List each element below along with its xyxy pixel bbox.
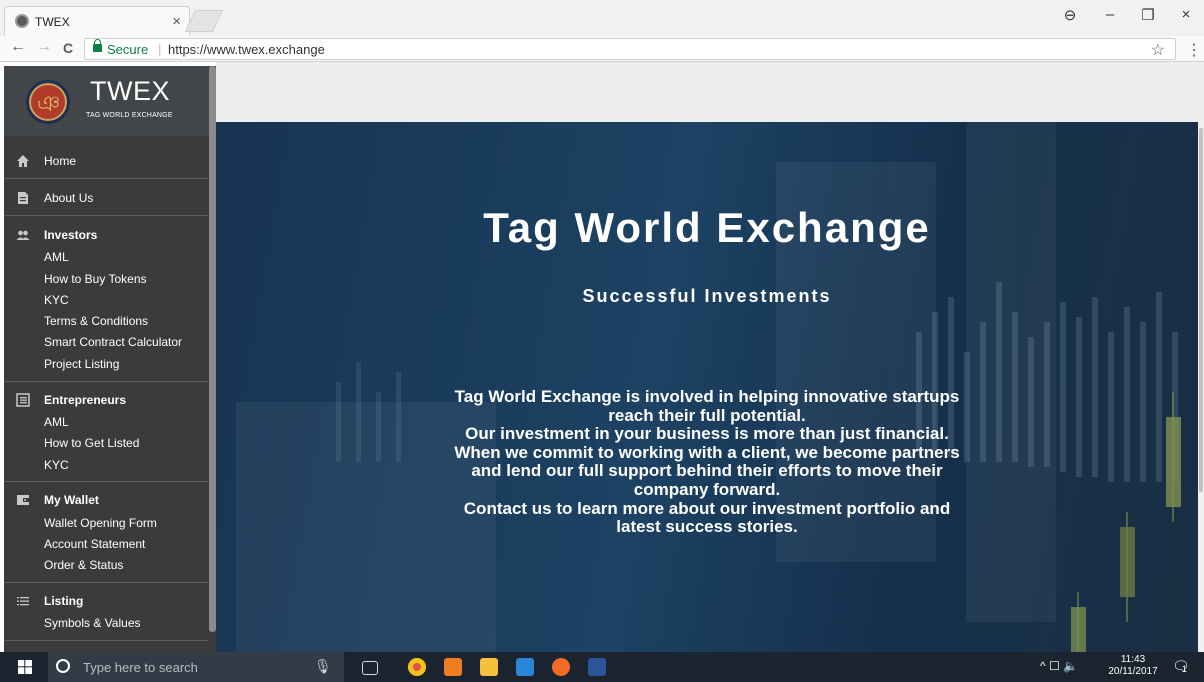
hero-line: Contact us to learn more about our inves… xyxy=(463,498,951,518)
url-text[interactable]: https://www.twex.exchange xyxy=(168,42,325,57)
logo-name: TWEX xyxy=(90,76,170,106)
sidebar-link-how-to-get-listed[interactable]: How to Get Listed xyxy=(44,436,139,450)
hero-line: Our investment in your business is more … xyxy=(465,424,949,444)
back-button[interactable]: ← xyxy=(8,38,28,56)
hero-line: latest success stories. xyxy=(616,517,798,537)
hero-subtitle: Successful Investments xyxy=(582,286,832,306)
browser-menu-icon[interactable]: ⋮ xyxy=(1186,40,1202,60)
search-placeholder: Type here to search xyxy=(83,660,198,675)
sidebar-item-listing[interactable]: Listing xyxy=(4,583,208,619)
hero-line: When we commit to working with a client,… xyxy=(454,442,960,462)
secure-label: Secure xyxy=(107,42,149,57)
cortana-icon xyxy=(56,659,70,673)
chrome-icon[interactable] xyxy=(408,658,426,676)
sidebar-link-wallet-opening-form[interactable]: Wallet Opening Form xyxy=(44,516,157,530)
hero-title: Tag World Exchange xyxy=(483,204,931,251)
sidebar-section-label: Listing xyxy=(44,594,84,608)
hero-line: Tag World Exchange is involved in helpin… xyxy=(454,387,960,406)
list-icon xyxy=(17,597,29,606)
sidebar-item-entrepreneurs[interactable]: Entrepreneurs xyxy=(4,382,208,418)
sidebar-link-aml[interactable]: AML xyxy=(44,415,69,429)
windows-start-icon[interactable] xyxy=(18,660,32,674)
restore-button[interactable]: ❐ xyxy=(1128,6,1168,24)
clock-date: 20/11/2017 xyxy=(1108,666,1158,677)
sidebar-link-terms[interactable]: Terms & Conditions xyxy=(44,314,148,328)
twex-favicon-icon xyxy=(15,14,29,28)
sidebar-link-kyc[interactable]: KYC xyxy=(44,458,69,472)
hero-description: Tag World Exchange is involved in helpin… xyxy=(406,387,1008,537)
home-icon xyxy=(17,155,29,167)
sidebar-item-my-wallet[interactable]: My Wallet xyxy=(4,482,208,518)
file-explorer-icon[interactable] xyxy=(480,658,498,676)
sidebar-link-how-to-buy-tokens[interactable]: How to Buy Tokens xyxy=(44,272,147,286)
hero-line: reach their full potential. xyxy=(608,405,806,425)
browser-tab[interactable]: TWEX × xyxy=(4,6,190,36)
visual-studio-code-icon[interactable] xyxy=(516,658,534,676)
taskbar-clock[interactable]: 11:43 20/11/2017 xyxy=(1104,654,1162,678)
paint-app-icon[interactable] xyxy=(552,658,570,676)
document-icon xyxy=(18,192,28,204)
url-separator: | xyxy=(158,42,162,57)
sidebar-item-label: Home xyxy=(44,154,77,168)
tab-title: TWEX xyxy=(35,15,70,29)
system-tray-icons[interactable]: ^ ☐ 🔈 xyxy=(1040,659,1078,673)
wallet-icon xyxy=(17,495,29,505)
sidebar-link-symbols-values[interactable]: Symbols & Values xyxy=(44,616,141,630)
page-scrollbar[interactable] xyxy=(1198,122,1204,652)
sidebar-item-home[interactable]: Home xyxy=(4,143,208,179)
sidebar-link-aml[interactable]: AML xyxy=(44,250,69,264)
lock-icon xyxy=(93,39,102,52)
address-bar[interactable]: Secure | https://www.twex.exchange ☆ xyxy=(84,38,1176,60)
hero-line: and lend our full support behind their e… xyxy=(471,461,943,481)
taskbar-search-box[interactable]: Type here to search 🎙 xyxy=(48,652,344,682)
close-window-button[interactable]: × xyxy=(1166,6,1204,23)
sidebar: ঞ TWEX TAG WORLD EXCHANGE Home About Us … xyxy=(4,66,216,652)
page-header-strip xyxy=(216,62,1204,122)
bookmark-star-icon[interactable]: ☆ xyxy=(1151,40,1165,60)
sidebar-item-about[interactable]: About Us xyxy=(4,180,208,216)
account-icon[interactable]: ⊖ xyxy=(1050,6,1090,24)
forward-button[interactable]: → xyxy=(34,38,54,56)
word-icon[interactable] xyxy=(588,658,606,676)
sidebar-link-order-status[interactable]: Order & Status xyxy=(44,558,123,572)
tab-close-icon[interactable]: × xyxy=(172,13,181,30)
sidebar-scrollbar[interactable] xyxy=(209,66,216,632)
task-view-icon[interactable] xyxy=(362,661,378,675)
notification-count: 1 xyxy=(1182,664,1188,674)
twex-emblem-icon: ঞ xyxy=(26,80,70,124)
sidebar-link-project-listing[interactable]: Project Listing xyxy=(44,357,119,371)
page-scrollbar-thumb[interactable] xyxy=(1199,128,1203,492)
reload-button[interactable]: C xyxy=(58,40,78,56)
sidebar-section-label: My Wallet xyxy=(44,493,99,507)
sidebar-divider xyxy=(4,640,208,641)
sidebar-section-label: Investors xyxy=(44,228,98,242)
logo-subtitle: TAG WORLD EXCHANGE xyxy=(86,112,173,119)
hero-line: company forward. xyxy=(633,479,781,499)
clock-time: 11:43 xyxy=(1120,654,1146,665)
microphone-icon[interactable]: 🎙 xyxy=(314,658,332,675)
minimize-button[interactable]: – xyxy=(1090,6,1130,23)
sidebar-link-account-statement[interactable]: Account Statement xyxy=(44,537,145,551)
users-icon xyxy=(16,230,30,240)
sidebar-link-kyc[interactable]: KYC xyxy=(44,293,69,307)
sidebar-link-smart-contract-calculator[interactable]: Smart Contract Calculator xyxy=(44,335,182,349)
notification-center-icon[interactable]: 🗨 1 xyxy=(1172,658,1190,675)
list-box-icon xyxy=(16,393,30,407)
sidebar-item-label: About Us xyxy=(44,191,94,205)
sidebar-item-investors[interactable]: Investors xyxy=(4,217,208,253)
sidebar-section-label: Entrepreneurs xyxy=(44,393,127,407)
emblem-swirl: ঞ xyxy=(37,92,61,117)
hero-banner: Tag World Exchange Successful Investment… xyxy=(216,122,1198,652)
xampp-icon[interactable] xyxy=(444,658,462,676)
logo[interactable]: ঞ TWEX TAG WORLD EXCHANGE xyxy=(4,66,216,136)
